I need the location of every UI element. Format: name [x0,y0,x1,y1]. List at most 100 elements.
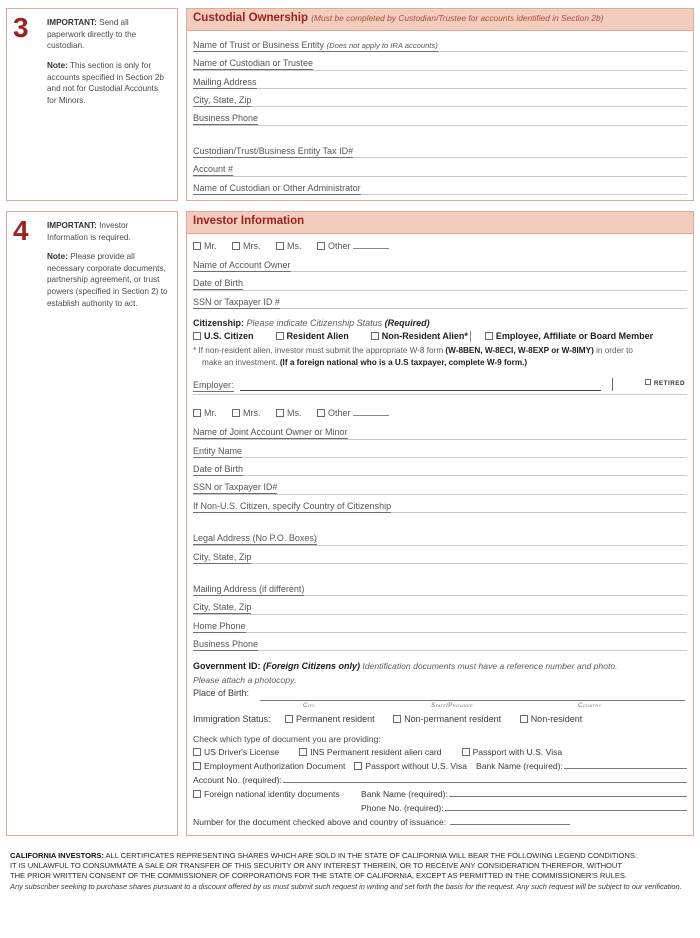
immigration-option-non-permanent[interactable]: Non-permanent resident [393,714,501,724]
checkbox-icon[interactable] [193,409,201,418]
phone-no-input[interactable] [444,802,687,811]
citizenship-option-non-resident-alien[interactable]: Non-Resident Alien* [370,331,468,341]
field-row[interactable]: If Non-U.S. Citizen, specify Country of … [193,495,687,514]
government-id-desc2: Please attach a photocopy. [193,674,297,685]
citizenship-option-employee-affiliate[interactable]: Employee, Affiliate or Board Member [484,331,653,341]
checkbox-icon[interactable] [193,241,201,250]
owner-title-ms[interactable]: Ms. [276,241,302,251]
bank-name-input[interactable] [563,760,687,769]
field-row[interactable]: Legal Address (No P.O. Boxes) [193,527,687,546]
field-row[interactable]: SSN or Taxpayer ID # [193,291,687,309]
field-row[interactable]: City, State, Zip [193,89,687,108]
document-option-passport-without-visa[interactable]: Passport without U.S. Visa [354,761,467,771]
joint-title-other[interactable]: Other [317,408,389,418]
place-of-birth-input[interactable] [260,699,685,701]
citizenship-instruction: Please indicate Citizenship Status [246,317,383,328]
document-option-label: Passport with U.S. Visa [472,746,563,757]
joint-title-row: Mr. Mrs. Ms. Other [193,404,687,421]
account-no-row: Account No. (required): [193,774,687,788]
document-option-employment-auth[interactable]: Employment Authorization Document [193,761,345,771]
joint-title-mr[interactable]: Mr. [193,408,217,418]
field-label: Mailing Address (if different) [193,583,305,596]
california-italic-note: Any subscriber seeking to purchase share… [10,881,682,891]
checkbox-icon[interactable] [461,747,470,756]
owner-title-mrs[interactable]: Mrs. [232,241,261,251]
joint-title-ms[interactable]: Ms. [276,408,302,418]
document-option-foreign-national[interactable]: Foreign national identity documents [193,789,361,799]
checkbox-icon[interactable] [644,379,651,386]
field-row[interactable]: City, State, Zip [193,546,687,564]
field-row[interactable]: Name of Joint Account Owner or Minor [193,421,687,440]
field-row[interactable]: SSN or Taxpayer ID# [193,476,687,495]
checkbox-icon[interactable] [299,747,308,756]
document-option-ins-alien-card[interactable]: INS Permanent resident alien card [299,747,442,757]
bank-name-input-2[interactable] [448,788,687,797]
field-label: Date of Birth [193,278,244,291]
field-row[interactable]: Business Phone [193,107,687,126]
checkbox-icon[interactable] [484,332,493,341]
account-no-input[interactable] [282,774,687,783]
place-of-birth-row[interactable]: Place of Birth: [193,688,687,702]
checkbox-icon[interactable] [317,409,326,418]
field-row[interactable]: Home Phone [193,615,687,634]
sublabel-state-province: State/Province [431,701,474,709]
california-line-1: CALIFORNIA INVESTORS: ALL CERTIFICATES R… [10,851,690,861]
checkbox-icon[interactable] [276,409,285,418]
document-option-drivers-license[interactable]: US Driver's License [193,747,279,757]
field-label: Date of Birth [193,463,244,476]
employer-row[interactable]: Employer: RETIRED [193,375,687,396]
immigration-option-non-resident[interactable]: Non-resident [519,714,582,724]
checkbox-icon[interactable] [285,714,294,723]
field-row[interactable]: Date of Birth [193,272,687,291]
owner-title-mrs-label: Mrs. [243,240,261,251]
field-row[interactable]: Name of Custodian or Trustee [193,52,687,71]
checkbox-icon[interactable] [232,241,241,250]
field-row[interactable]: Name of Account Owner [193,254,687,273]
checkbox-icon[interactable] [275,332,284,341]
citizenship-option-us-citizen[interactable]: U.S. Citizen [193,331,254,341]
field-row[interactable]: Entity Name [193,440,687,458]
field-row[interactable]: Account # [193,158,687,177]
retired-checkbox-group[interactable]: RETIRED [644,379,685,387]
owner-title-other[interactable]: Other [317,241,389,251]
section-4-note-box: 4 IMPORTANT: Investor Information is req… [6,210,178,836]
joint-title-mrs[interactable]: Mrs. [232,408,261,418]
immigration-option-permanent[interactable]: Permanent resident [285,714,375,724]
checkbox-icon[interactable] [193,789,201,798]
field-row[interactable]: Business Phone [193,633,687,652]
field-label: Business Phone [193,113,259,126]
employer-input[interactable] [240,390,601,392]
note-bold-label: IMPORTANT: [47,220,97,230]
document-option-passport-with-visa[interactable]: Passport with U.S. Visa [461,746,563,757]
checkbox-icon[interactable] [393,714,402,723]
document-number-input[interactable] [450,816,571,825]
field-row[interactable]: Name of Trust or Business Entity (Does n… [193,34,687,53]
field-row[interactable]: Mailing Address [193,71,687,89]
checkbox-icon[interactable] [354,761,363,770]
checkbox-icon[interactable] [193,332,201,341]
checkbox-icon[interactable] [317,241,326,250]
checkbox-icon[interactable] [193,747,201,756]
field-label: Name of Joint Account Owner or Minor [193,427,348,440]
field-row[interactable]: City, State, Zip [193,596,687,615]
field-label: City, State, Zip [193,602,252,615]
field-row[interactable]: Custodian/Trust/Business Entity Tax ID# [193,140,687,159]
joint-title-ms-label: Ms. [287,408,302,419]
owner-title-other-input[interactable] [352,241,389,249]
citizenship-title: Citizenship: Please indicate Citizenship… [193,309,687,331]
checkbox-icon[interactable] [370,332,379,341]
field-row[interactable]: Date of Birth [193,458,687,477]
citizenship-option-resident-alien[interactable]: Resident Alien [275,331,349,341]
field-row[interactable]: Name of Custodian or Other Administrator [193,177,687,195]
checkbox-icon[interactable] [232,409,241,418]
field-label: SSN or Taxpayer ID# [193,482,278,495]
document-option-label: Employment Authorization Document [204,760,346,771]
checkbox-icon[interactable] [276,241,285,250]
owner-title-mr[interactable]: Mr. [193,241,217,251]
field-row[interactable]: Mailing Address (if different) [193,578,687,597]
checkbox-icon[interactable] [519,714,528,723]
joint-title-other-input[interactable] [352,408,389,417]
checkbox-icon[interactable] [193,761,201,770]
phone-no-label: Phone No. (required): [361,802,444,813]
